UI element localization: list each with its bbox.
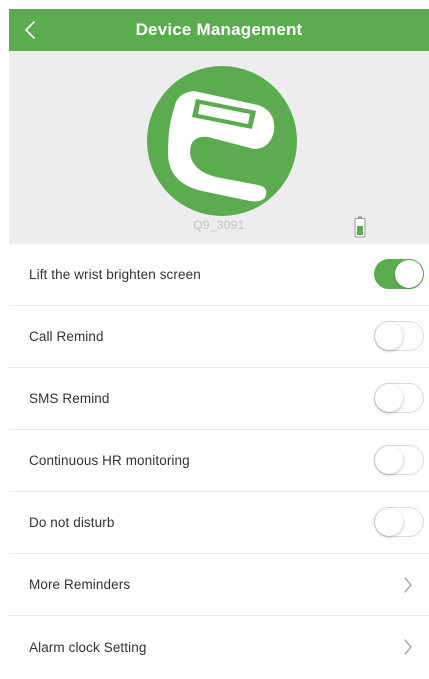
setting-row-more-reminders[interactable]: More Reminders — [9, 554, 429, 616]
toggle-knob — [375, 445, 403, 474]
setting-label: Alarm clock Setting — [29, 639, 147, 655]
lift-wrist-toggle[interactable] — [374, 258, 424, 289]
device-name: Q9_3091 — [193, 218, 245, 232]
toggle-knob — [375, 507, 403, 536]
settings-list: Lift the wrist brighten screen Call Remi… — [9, 244, 429, 678]
toggle-knob — [375, 383, 403, 412]
chevron-left-icon — [25, 21, 35, 39]
setting-row-lift-wrist: Lift the wrist brighten screen — [9, 244, 429, 306]
setting-label: Continuous HR monitoring — [29, 453, 190, 468]
page-title: Device Management — [135, 20, 303, 39]
back-button[interactable] — [25, 9, 55, 51]
setting-row-hr-monitoring: Continuous HR monitoring — [9, 430, 429, 492]
do-not-disturb-toggle[interactable] — [374, 506, 424, 537]
hr-monitoring-toggle[interactable] — [374, 444, 424, 475]
setting-row-call-remind: Call Remind — [9, 306, 429, 368]
sms-remind-toggle[interactable] — [374, 382, 424, 413]
chevron-right-icon — [404, 639, 412, 655]
logo-text: WH — [207, 150, 249, 174]
toggle-knob — [395, 259, 423, 288]
setting-row-do-not-disturb: Do not disturb — [9, 492, 429, 554]
device-logo: WH — [147, 66, 297, 216]
call-remind-toggle[interactable] — [374, 320, 424, 351]
setting-label: Call Remind — [29, 329, 104, 344]
header-bar: Device Management — [9, 9, 429, 51]
setting-label: More Reminders — [29, 577, 131, 592]
setting-row-alarm-clock[interactable]: Alarm clock Setting — [9, 616, 429, 678]
setting-label: Do not disturb — [29, 515, 115, 530]
chevron-right-icon — [404, 576, 412, 593]
toggle-knob — [375, 321, 403, 350]
setting-label: SMS Remind — [29, 391, 110, 406]
device-panel: WH Q9_3091 — [9, 51, 429, 244]
battery-icon — [354, 216, 366, 238]
setting-label: Lift the wrist brighten screen — [29, 267, 201, 282]
device-management-screen: Device Management WH Q9_3091 Lift the wr… — [0, 0, 429, 679]
setting-row-sms-remind: SMS Remind — [9, 368, 429, 430]
